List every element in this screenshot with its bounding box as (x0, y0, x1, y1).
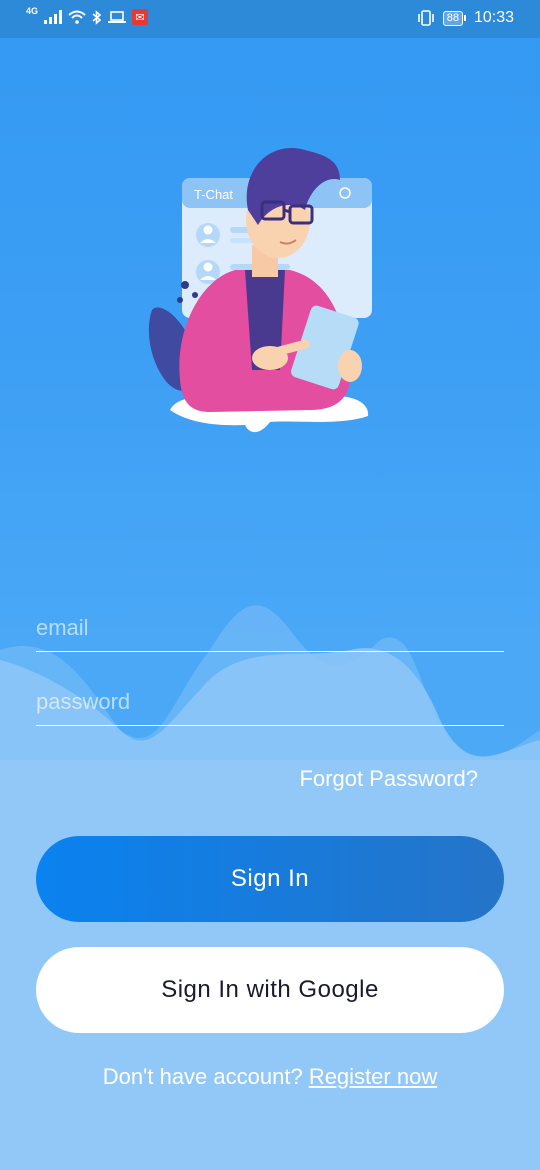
status-bar: 4G ✉ 88 10:33 (0, 0, 540, 38)
status-bar-right: 88 10:33 (417, 9, 514, 27)
status-bar-left: 4G ✉ (26, 6, 149, 25)
register-link[interactable]: Register now (309, 1064, 437, 1089)
clock: 10:33 (473, 9, 514, 26)
signal-icon (44, 10, 63, 24)
no-account-text: Don't have account? (102, 1064, 303, 1089)
hero-illustration: T-Chat (148, 148, 372, 433)
notification-app-icon: ✉ (132, 9, 149, 25)
register-row: Don't have account? Register now (0, 1064, 540, 1090)
email-input[interactable] (36, 605, 504, 652)
forgot-password-link[interactable]: Forgot Password? (299, 766, 478, 792)
sign-in-button[interactable]: Sign In (36, 836, 504, 922)
network-type-label: 4G (26, 6, 39, 16)
battery-level: 88 (442, 10, 463, 26)
hero-app-name: T-Chat (194, 187, 233, 202)
wifi-icon (68, 10, 86, 24)
password-input[interactable] (36, 679, 504, 726)
battery-icon: 88 (442, 10, 466, 26)
bluetooth-icon (92, 9, 102, 25)
vibrate-icon (417, 10, 434, 26)
laptop-icon (108, 10, 127, 23)
sign-in-google-button[interactable]: Sign In with Google (36, 947, 504, 1033)
